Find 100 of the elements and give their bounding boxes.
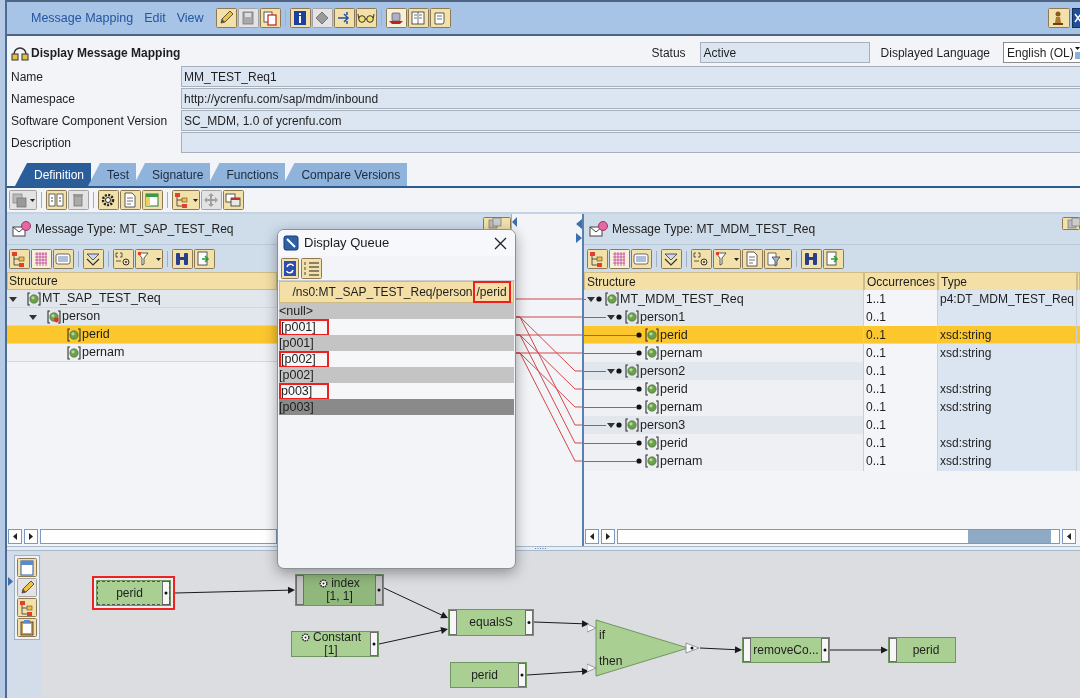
panel-icon[interactable] — [53, 248, 74, 269]
layout-icon[interactable] — [142, 190, 163, 210]
connection-dot-icon — [636, 458, 642, 465]
document-icon[interactable] — [120, 190, 141, 210]
text-field[interactable]: SC_MDM, 1.0 of ycrenfu.com — [181, 110, 1080, 131]
scrollbar-thumb[interactable] — [968, 530, 1051, 543]
pawn-icon[interactable] — [1048, 8, 1070, 28]
copy-icon[interactable] — [259, 8, 281, 28]
tree-icon[interactable] — [17, 598, 37, 617]
export-icon[interactable] — [194, 248, 215, 269]
scroll-left-button[interactable] — [585, 529, 599, 544]
tree-label: pernam — [660, 453, 703, 470]
close-icon[interactable] — [494, 236, 507, 250]
refresh-icon[interactable] — [281, 257, 299, 279]
field-label: Software Component Version — [11, 112, 169, 130]
menu-item[interactable]: Message Mapping — [31, 8, 134, 28]
clipboard-icon[interactable] — [17, 618, 37, 637]
output-port-icon — [518, 663, 526, 687]
text-field[interactable] — [181, 132, 1080, 153]
expand-arrow-icon[interactable] — [8, 577, 13, 586]
splitter-handle[interactable] — [534, 547, 548, 550]
tree-row[interactable]: MT_SAP_TEST_Req — [7, 290, 277, 308]
brackets-icon[interactable] — [691, 248, 712, 269]
language-dropdown[interactable]: English (OL) — [1003, 42, 1080, 63]
gear-icon[interactable] — [98, 190, 119, 210]
text-field[interactable]: MM_TEST_Req1 — [181, 66, 1080, 87]
tree-row[interactable]: person — [7, 308, 277, 326]
tab[interactable]: Definition — [15, 163, 92, 186]
collapse-arrow-icon[interactable] — [512, 217, 517, 227]
column-header[interactable]: Occurrences — [864, 272, 938, 292]
grid-icon[interactable] — [31, 248, 52, 269]
column-header[interactable]: Structure — [584, 272, 864, 292]
table-cell: xsd:string — [938, 380, 1077, 399]
table-cell: 0..1 — [864, 362, 938, 381]
hat-icon[interactable] — [385, 8, 407, 28]
column-header[interactable]: Structure — [7, 272, 277, 290]
output-port-icon — [162, 581, 170, 605]
document-icon[interactable] — [429, 8, 451, 28]
tree-icon[interactable] — [172, 190, 200, 210]
restore-icon[interactable] — [483, 217, 511, 230]
panel-icon[interactable] — [631, 248, 652, 269]
tab[interactable]: Signature — [133, 163, 211, 186]
arrows-icon[interactable] — [333, 8, 355, 28]
tree-label: pernam — [82, 344, 125, 362]
info-icon[interactable] — [289, 8, 311, 28]
export-icon[interactable] — [823, 248, 844, 269]
tree-label: perid — [82, 326, 110, 344]
tree-icon[interactable] — [587, 248, 608, 269]
trash-icon[interactable] — [68, 190, 89, 210]
scroll-left-button[interactable] — [1062, 529, 1076, 544]
queue-row[interactable]: p003] — [279, 383, 514, 399]
tree-row[interactable]: perid — [7, 326, 277, 344]
dialog-title: Display Queue — [304, 234, 390, 253]
pencil-icon[interactable] — [17, 578, 37, 597]
tab[interactable]: Functions — [207, 163, 286, 186]
tab[interactable]: Test — [88, 163, 137, 186]
table-cell: 0..1 — [864, 344, 938, 363]
menu-item[interactable]: View — [176, 8, 204, 28]
scrollbar-track[interactable] — [40, 529, 277, 544]
scrollbar-track[interactable] — [617, 529, 1060, 544]
filter-icon[interactable] — [135, 248, 163, 269]
tree-row[interactable]: perid 0..1 xsd:string — [584, 326, 1080, 344]
column-header[interactable]: Type — [938, 272, 1077, 292]
glasses-icon[interactable] — [355, 8, 377, 28]
scroll-right-button[interactable] — [601, 529, 615, 544]
open-book-icon[interactable] — [407, 8, 429, 28]
brackets-icon[interactable] — [113, 248, 134, 269]
queue-row[interactable]: <null> — [279, 303, 514, 319]
grid-icon[interactable] — [609, 248, 630, 269]
queue-row[interactable]: [p001] — [279, 319, 514, 335]
queue-row[interactable]: [p001] — [279, 335, 514, 351]
tab[interactable]: Compare Versions — [282, 163, 408, 186]
funnel-document-icon[interactable] — [764, 248, 792, 269]
page-icon[interactable] — [17, 558, 37, 577]
tree-icon[interactable] — [9, 248, 30, 269]
dropdown-value: English (OL) — [1007, 44, 1074, 62]
numbered-list-icon[interactable] — [301, 257, 322, 279]
windows-icon[interactable] — [223, 190, 244, 210]
menu-item[interactable]: Edit — [144, 8, 166, 28]
copy-icon[interactable] — [9, 190, 37, 210]
pencil-icon[interactable] — [215, 8, 237, 28]
table-cell: xsd:string — [938, 398, 1077, 417]
chevron-down-icon[interactable] — [83, 248, 104, 269]
expand-arrows-icon[interactable] — [576, 219, 582, 245]
binoculars-icon[interactable] — [172, 248, 193, 269]
scroll-left-button[interactable] — [8, 529, 22, 544]
filter-icon[interactable] — [713, 248, 741, 269]
tree-row[interactable]: pernam — [7, 344, 277, 362]
queue-row[interactable]: [p002] — [279, 367, 514, 383]
restore-icon[interactable] — [1062, 217, 1080, 230]
tree-label: MT_SAP_TEST_Req — [42, 290, 161, 308]
document-icon[interactable] — [742, 248, 763, 269]
scroll-right-button[interactable] — [24, 529, 38, 544]
chevron-down-icon[interactable] — [661, 248, 682, 269]
queue-row[interactable]: [p002] — [279, 351, 514, 367]
binoculars-icon[interactable] — [801, 248, 822, 269]
status-field[interactable]: Active — [699, 42, 870, 63]
columns-icon[interactable] — [46, 190, 67, 210]
text-field[interactable]: http://ycrenfu.com/sap/mdm/inbound — [181, 88, 1080, 109]
cross-icon[interactable] — [1072, 8, 1080, 28]
